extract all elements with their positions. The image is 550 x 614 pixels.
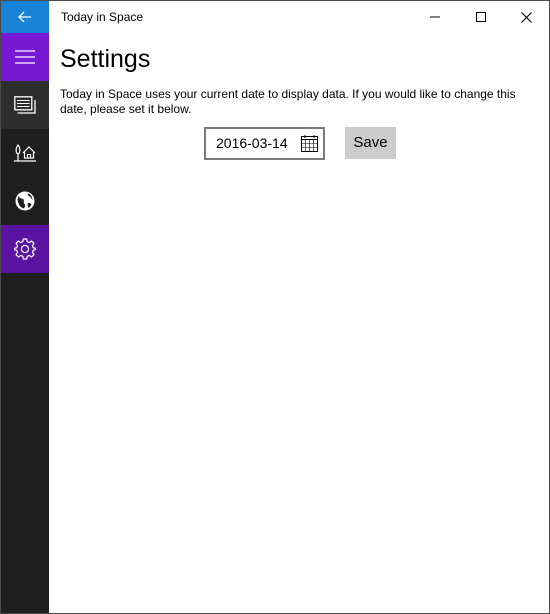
- today-icon: [14, 96, 36, 114]
- back-arrow-icon: [18, 11, 31, 23]
- nav-item-today[interactable]: [1, 81, 49, 129]
- navigation-pane: [1, 33, 49, 613]
- app-window: Today in Space Settings Today in Space u…: [0, 0, 550, 614]
- close-icon: [520, 11, 532, 23]
- hamburger-icon: [15, 50, 35, 64]
- date-value: 2016-03-14: [216, 135, 288, 151]
- nav-item-home[interactable]: [1, 129, 49, 177]
- minimize-button[interactable]: [412, 1, 458, 33]
- back-button[interactable]: [1, 1, 49, 33]
- globe-icon: [15, 191, 35, 211]
- app-title: Today in Space: [61, 10, 144, 24]
- date-picker[interactable]: 2016-03-14: [204, 127, 325, 160]
- nav-item-settings[interactable]: [1, 225, 49, 273]
- settings-description: Today in Space uses your current date to…: [60, 87, 516, 116]
- calendar-icon[interactable]: [301, 135, 318, 152]
- close-button[interactable]: [503, 1, 549, 33]
- maximize-icon: [476, 12, 486, 22]
- nav-item-world[interactable]: [1, 177, 49, 225]
- home-tree-icon: [14, 144, 36, 162]
- save-button[interactable]: Save: [345, 127, 396, 159]
- gear-icon: [14, 238, 36, 260]
- page-title: Settings: [60, 45, 151, 73]
- minimize-icon: [430, 16, 440, 18]
- maximize-button[interactable]: [458, 1, 504, 33]
- title-bar: Today in Space: [1, 1, 549, 33]
- hamburger-button[interactable]: [1, 33, 49, 81]
